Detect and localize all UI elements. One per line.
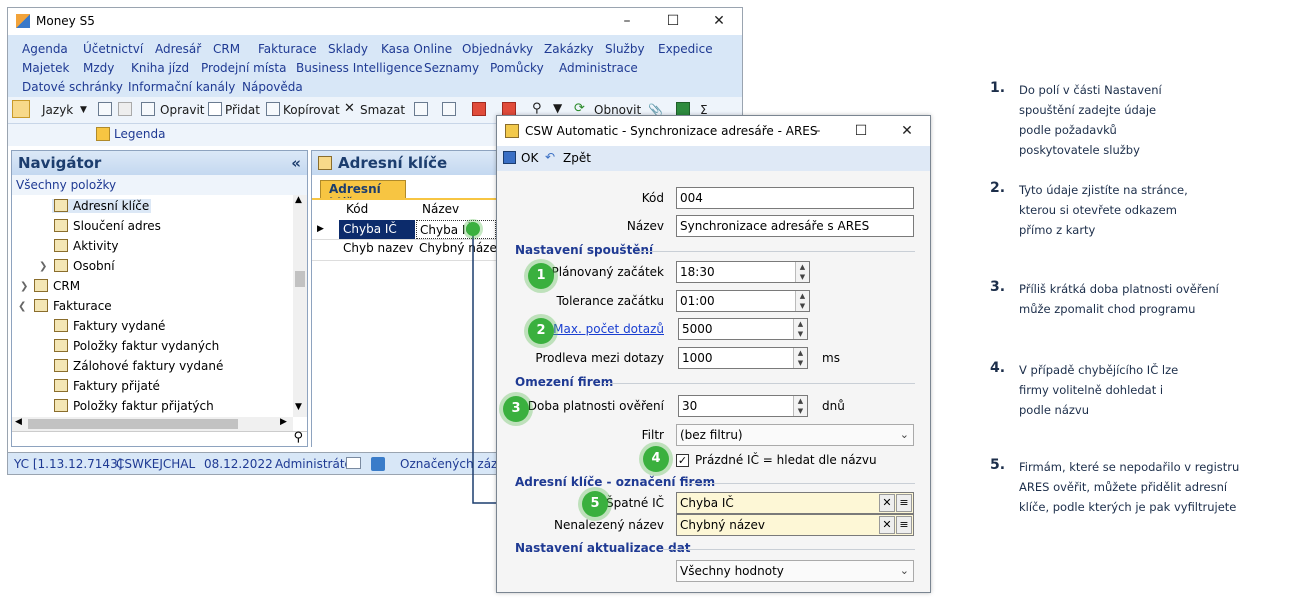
spatne-ic-label: Špatné IČ bbox=[605, 496, 664, 510]
dialog-body: Kód 004 Název Synchronizace adresáře s A… bbox=[497, 171, 930, 592]
note-text: V případě chybějícího IČ lze firmy volit… bbox=[1019, 363, 1179, 417]
tolerance-label: Tolerance začátku bbox=[556, 294, 664, 308]
nazev-label: Název bbox=[626, 219, 664, 233]
spinner-icon[interactable]: ▲ ▼ bbox=[795, 262, 809, 282]
note-number: 3. bbox=[990, 279, 1006, 295]
save-icon[interactable] bbox=[503, 151, 516, 164]
filtr-select[interactable]: (bez filtru) ⌄ bbox=[676, 424, 914, 446]
section-divider bbox=[603, 383, 915, 384]
dialog-title: CSW Automatic - Synchronizace adresáře -… bbox=[525, 124, 818, 138]
note-number: 5. bbox=[990, 457, 1006, 473]
note-number: 1. bbox=[990, 80, 1006, 96]
ok-button[interactable]: OK bbox=[521, 151, 538, 165]
planovany-label: Plánovaný začátek bbox=[551, 265, 665, 279]
prazdne-ic-label: Prázdné IČ = hledat dle názvu bbox=[695, 453, 877, 467]
note-number: 4. bbox=[990, 360, 1006, 376]
ares-dialog: CSW Automatic - Synchronizace adresáře -… bbox=[496, 115, 931, 593]
doba-label: Doba platnosti ověření bbox=[527, 399, 664, 413]
spinner-icon[interactable]: ▲ ▼ bbox=[795, 291, 809, 311]
chevron-down-icon: ⌄ bbox=[899, 428, 909, 441]
section-adresni-klice: Adresní klíče - označení firem bbox=[515, 475, 716, 489]
spinner-icon[interactable]: ▲ ▼ bbox=[793, 396, 807, 416]
section-nastaveni-aktualizace: Nastavení aktualizace dat bbox=[515, 541, 691, 555]
spatne-ic-input[interactable]: Chyba IČ ✕ ≡ bbox=[676, 492, 914, 514]
planovany-input[interactable]: 18:30 ▲ ▼ bbox=[676, 261, 810, 283]
select-list-icon[interactable]: ≡ bbox=[896, 516, 912, 534]
section-divider bbox=[635, 251, 915, 252]
note-text: Firmám, které se nepodařilo v registru A… bbox=[1019, 460, 1240, 514]
connector-dot bbox=[466, 222, 480, 236]
filtr-label: Filtr bbox=[641, 428, 664, 442]
prazdne-ic-checkbox[interactable]: ✓ bbox=[676, 454, 689, 467]
note-number: 2. bbox=[990, 180, 1006, 196]
prodleva-input[interactable]: 1000 ▲ ▼ bbox=[678, 347, 808, 369]
note-text: Tyto údaje zjistíte na stránce, kterou s… bbox=[1019, 183, 1188, 237]
prodleva-label: Prodleva mezi dotazy bbox=[535, 351, 664, 365]
dialog-app-icon bbox=[505, 124, 519, 138]
doba-input[interactable]: 30 ▲ ▼ bbox=[678, 395, 808, 417]
section-nastaveni-spousteni: Nastavení spouštění bbox=[515, 243, 654, 257]
dialog-title-bar: CSW Automatic - Synchronizace adresáře -… bbox=[497, 116, 930, 146]
step-badge-3: 3 bbox=[503, 396, 529, 422]
spinner-icon[interactable]: ▲ ▼ bbox=[793, 348, 807, 368]
zpet-button[interactable]: Zpět bbox=[563, 151, 591, 165]
dialog-toolbar: OK ↶ Zpět bbox=[497, 146, 930, 171]
aktualizace-select[interactable]: Všechny hodnoty ⌄ bbox=[676, 560, 914, 582]
maximize-icon[interactable]: ☐ bbox=[838, 116, 884, 146]
max-pocet-input[interactable]: 5000 ▲ ▼ bbox=[678, 318, 808, 340]
nazev-input[interactable]: Synchronizace adresáře s ARES bbox=[676, 215, 914, 237]
prodleva-unit: ms bbox=[822, 351, 840, 365]
section-omezeni-firem: Omezení firem bbox=[515, 375, 614, 389]
nenalezeny-input[interactable]: Chybný název ✕ ≡ bbox=[676, 514, 914, 536]
minimize-icon[interactable]: – bbox=[794, 116, 840, 146]
chevron-down-icon: ⌄ bbox=[899, 564, 909, 577]
kod-input[interactable]: 004 bbox=[676, 187, 914, 209]
kod-label: Kód bbox=[641, 191, 664, 205]
note-text: Do polí v části Nastavení spouštění zade… bbox=[1019, 83, 1162, 157]
step-badge-1: 1 bbox=[528, 263, 554, 289]
doba-unit: dnů bbox=[822, 399, 845, 413]
select-list-icon[interactable]: ≡ bbox=[896, 494, 912, 512]
max-pocet-dotazu-link[interactable]: Max. počet dotazů bbox=[553, 322, 664, 336]
clear-icon[interactable]: ✕ bbox=[879, 494, 895, 512]
section-divider bbox=[663, 549, 915, 550]
clear-icon[interactable]: ✕ bbox=[879, 516, 895, 534]
nenalezeny-label: Nenalezený název bbox=[554, 518, 664, 532]
step-badge-4: 4 bbox=[643, 446, 669, 472]
note-text: Příliš krátká doba platnosti ověření můž… bbox=[1019, 282, 1219, 316]
undo-icon[interactable]: ↶ bbox=[545, 150, 555, 164]
tolerance-input[interactable]: 01:00 ▲ ▼ bbox=[676, 290, 810, 312]
step-badge-5: 5 bbox=[582, 491, 608, 517]
step-badge-2: 2 bbox=[528, 318, 554, 344]
close-icon[interactable]: ✕ bbox=[884, 116, 930, 146]
spinner-icon[interactable]: ▲ ▼ bbox=[793, 319, 807, 339]
section-divider bbox=[685, 483, 915, 484]
